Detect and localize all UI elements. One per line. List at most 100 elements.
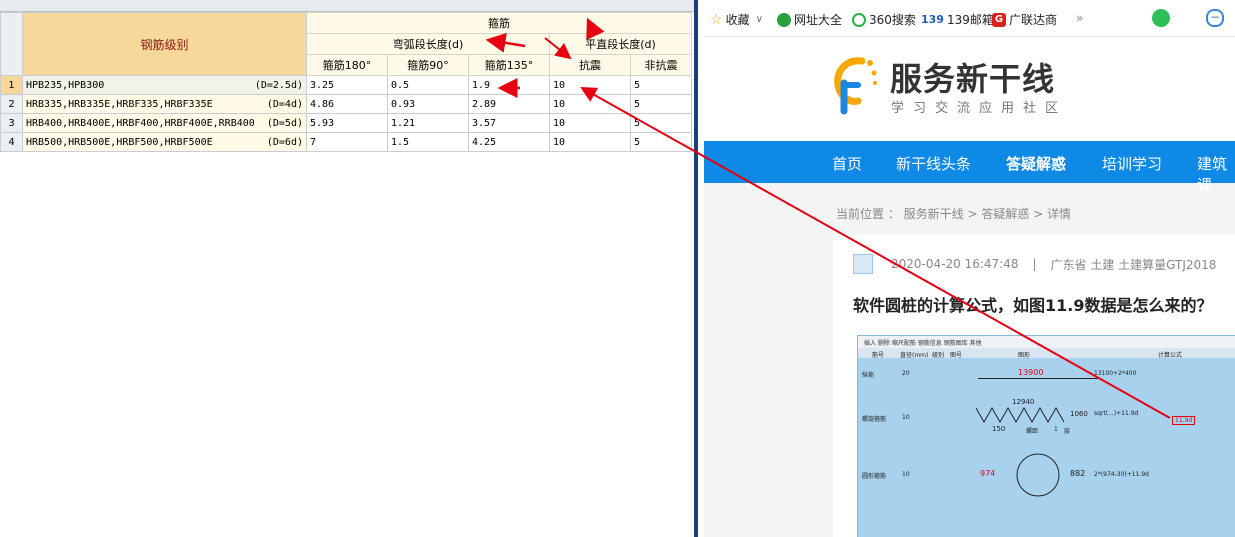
table-row[interactable]: 2 HRB335,HRB335E,HRBF335,HRBF335E (D=4d) … [0, 94, 692, 114]
embedded-header: 计算公式 [1158, 352, 1183, 359]
value-cell[interactable]: 0.5 [387, 75, 469, 95]
embedded-highlight-box: 11.9d [1172, 416, 1196, 425]
double-chevron-icon: » [1076, 11, 1084, 25]
grade-header: 钢筋级别 [22, 12, 307, 76]
value-cell[interactable]: 10 [549, 113, 631, 133]
value-cell[interactable]: 10 [549, 94, 631, 114]
bookmark-favorites[interactable]: ☆ 收藏 ∨ [710, 11, 763, 28]
row-number[interactable]: 3 [0, 113, 23, 133]
nav-training[interactable]: 培训学习 [1102, 153, 1162, 174]
avatar[interactable] [853, 254, 873, 274]
value-cell[interactable]: 3.57 [468, 113, 550, 133]
col-135: 箍筋135° [468, 54, 550, 76]
value-cell[interactable]: 4.25 [468, 132, 550, 152]
table-row[interactable]: 3 HRB400,HRB400E,HRBF400,HRBF400E,RRB400… [0, 113, 692, 133]
value-cell[interactable]: 5 [630, 113, 692, 133]
bend-diameter: (D=2.5d) [254, 79, 303, 91]
bookmark-label: 网址大全 [794, 13, 843, 27]
embedded-row-dia: 10 [902, 414, 910, 421]
star-icon: ☆ [710, 11, 723, 28]
green-circle-icon [1152, 9, 1170, 27]
value-cell[interactable]: 10 [549, 132, 631, 152]
grade-cell[interactable]: HPB235,HPB300 (D=2.5d) [22, 75, 307, 95]
value-cell[interactable]: 5 [630, 75, 692, 95]
embedded-row-formula: 13100+2*400 [1094, 370, 1137, 377]
question-card: 2020-04-20 16:47:48 | 广东省 土建 土建算量GTJ2018… [833, 234, 1235, 537]
bookmark-360-search[interactable]: 360搜索 [852, 11, 916, 28]
value-cell[interactable]: 5 [630, 94, 692, 114]
embedded-figure-unit: 层 [1064, 428, 1071, 435]
row-number[interactable]: 2 [0, 94, 23, 114]
col-180: 箍筋180° [306, 54, 388, 76]
grade-cell[interactable]: HRB500,HRB500E,HRBF500,HRBF500E (D=6d) [22, 132, 307, 152]
value-cell[interactable]: 7 [306, 132, 388, 152]
glodon-logo-icon: G [992, 12, 1006, 27]
bookmark-label: 广联达商 [1009, 13, 1058, 27]
bookmark-label: 收藏 [725, 13, 750, 27]
value-cell[interactable]: 5.93 [306, 113, 388, 133]
more-bookmarks-button[interactable]: » [1076, 11, 1083, 25]
value-cell[interactable]: 0.93 [387, 94, 469, 114]
embedded-figure-value: 882 [1070, 469, 1086, 478]
embedded-header: 图形 [1018, 352, 1031, 359]
embedded-figure-count: 1 [1054, 426, 1058, 433]
nav-courses[interactable]: 建筑课 [1197, 153, 1235, 195]
embedded-screenshot[interactable]: 插入 删除 缩尺配筋 钢筋信息 钢筋图库 其他 筋号 直径(mm) 级别 图号 … [857, 335, 1235, 537]
value-cell[interactable]: 10 [549, 75, 631, 95]
bend-diameter: (D=6d) [266, 136, 303, 148]
straight-length-header: 平直段长度(d) [549, 33, 692, 55]
grade-name: HPB235,HPB300 [26, 79, 105, 91]
question-title: 软件圆桩的计算公式，如图11.9数据是怎么来的？ [853, 296, 1213, 315]
post-meta: 2020-04-20 16:47:48 | 广东省 土建 土建算量GTJ2018 [853, 254, 1216, 274]
ring-icon [852, 12, 866, 27]
embedded-header: 筋号 [872, 352, 885, 359]
meta-separator: | [1032, 257, 1037, 271]
bookmark-glodon[interactable]: G 广联达商 [992, 11, 1057, 28]
embedded-figure-value: 12940 [1012, 398, 1035, 406]
value-cell[interactable]: 4.86 [306, 94, 388, 114]
embedded-row-name: 纵筋 [862, 372, 875, 379]
embedded-row-dia: 20 [902, 370, 910, 377]
grade-name: HRB400,HRB400E,HRBF400,HRBF400E,RRB400 [26, 117, 255, 129]
embedded-toolbar: 插入 删除 缩尺配筋 钢筋信息 钢筋图库 其他 [858, 336, 1235, 348]
value-cell[interactable]: 1.21 [387, 113, 469, 133]
breadcrumb: 当前位置 ： 服务新干线 > 答疑解惑 > 详情 [836, 207, 1071, 221]
bend-diameter: (D=4d) [266, 98, 303, 110]
embedded-figure-value: 13900 [1018, 368, 1044, 377]
browser-pane: ☆ 收藏 ∨ 网址大全 360搜索 139 139邮箱 G 广联达商 » − 服… [704, 0, 1235, 537]
bend-diameter: (D=5d) [266, 117, 303, 129]
nav-headlines[interactable]: 新干线头条 [896, 153, 971, 174]
embedded-figure-value: 150 [992, 425, 1006, 433]
stirrup-group-header: 箍筋 [306, 12, 692, 34]
value-cell[interactable]: 3.25 [306, 75, 388, 95]
nav-home[interactable]: 首页 [832, 153, 862, 174]
main-nav: 首页 新干线头条 答疑解惑 培训学习 建筑课 [704, 141, 1235, 194]
post-location-tags: 广东省 土建 土建算量GTJ2018 [1050, 257, 1217, 272]
bookmark-139-mail[interactable]: 139 139邮箱 [921, 11, 994, 28]
embedded-header: 图号 [950, 352, 963, 359]
embedded-figure-value: 1060 [1070, 410, 1088, 418]
row-number[interactable]: 1 [0, 75, 23, 95]
minus-circle-icon: − [1206, 9, 1224, 27]
embedded-row-name: 螺旋箍筋 [862, 416, 887, 423]
table-row[interactable]: 1 HPB235,HPB300 (D=2.5d) 3.25 0.5 1.9 10 … [0, 75, 692, 95]
grade-cell[interactable]: HRB335,HRB335E,HRBF335,HRBF335E (D=4d) [22, 94, 307, 114]
table-row[interactable]: 4 HRB500,HRB500E,HRBF500,HRBF500E (D=6d) … [0, 132, 692, 152]
site-header: 服务新干线 学习交流应用社区 [704, 37, 1235, 141]
nav-qa[interactable]: 答疑解惑 [1006, 153, 1066, 174]
post-date: 2020-04-20 16:47:48 [891, 257, 1019, 271]
value-cell[interactable]: 1.5 [387, 132, 469, 152]
site-logo-title[interactable]: 服务新干线 [890, 54, 1055, 100]
minimize-button[interactable]: − [1206, 9, 1224, 27]
chevron-down-icon: ∨ [755, 14, 763, 25]
embedded-header: 级别 [932, 352, 945, 359]
row-number[interactable]: 4 [0, 132, 23, 152]
value-cell[interactable]: 2.89 [468, 94, 550, 114]
bookmark-hao123[interactable]: 网址大全 [777, 11, 842, 28]
extension-button[interactable] [1152, 9, 1170, 27]
grade-cell[interactable]: HRB400,HRB400E,HRBF400,HRBF400E,RRB400 (D… [22, 113, 307, 133]
embedded-spiral-shape [976, 406, 1065, 424]
value-cell[interactable]: 5 [630, 132, 692, 152]
embedded-bar-line [978, 378, 1098, 379]
value-cell[interactable]: 1.9 [468, 75, 550, 95]
